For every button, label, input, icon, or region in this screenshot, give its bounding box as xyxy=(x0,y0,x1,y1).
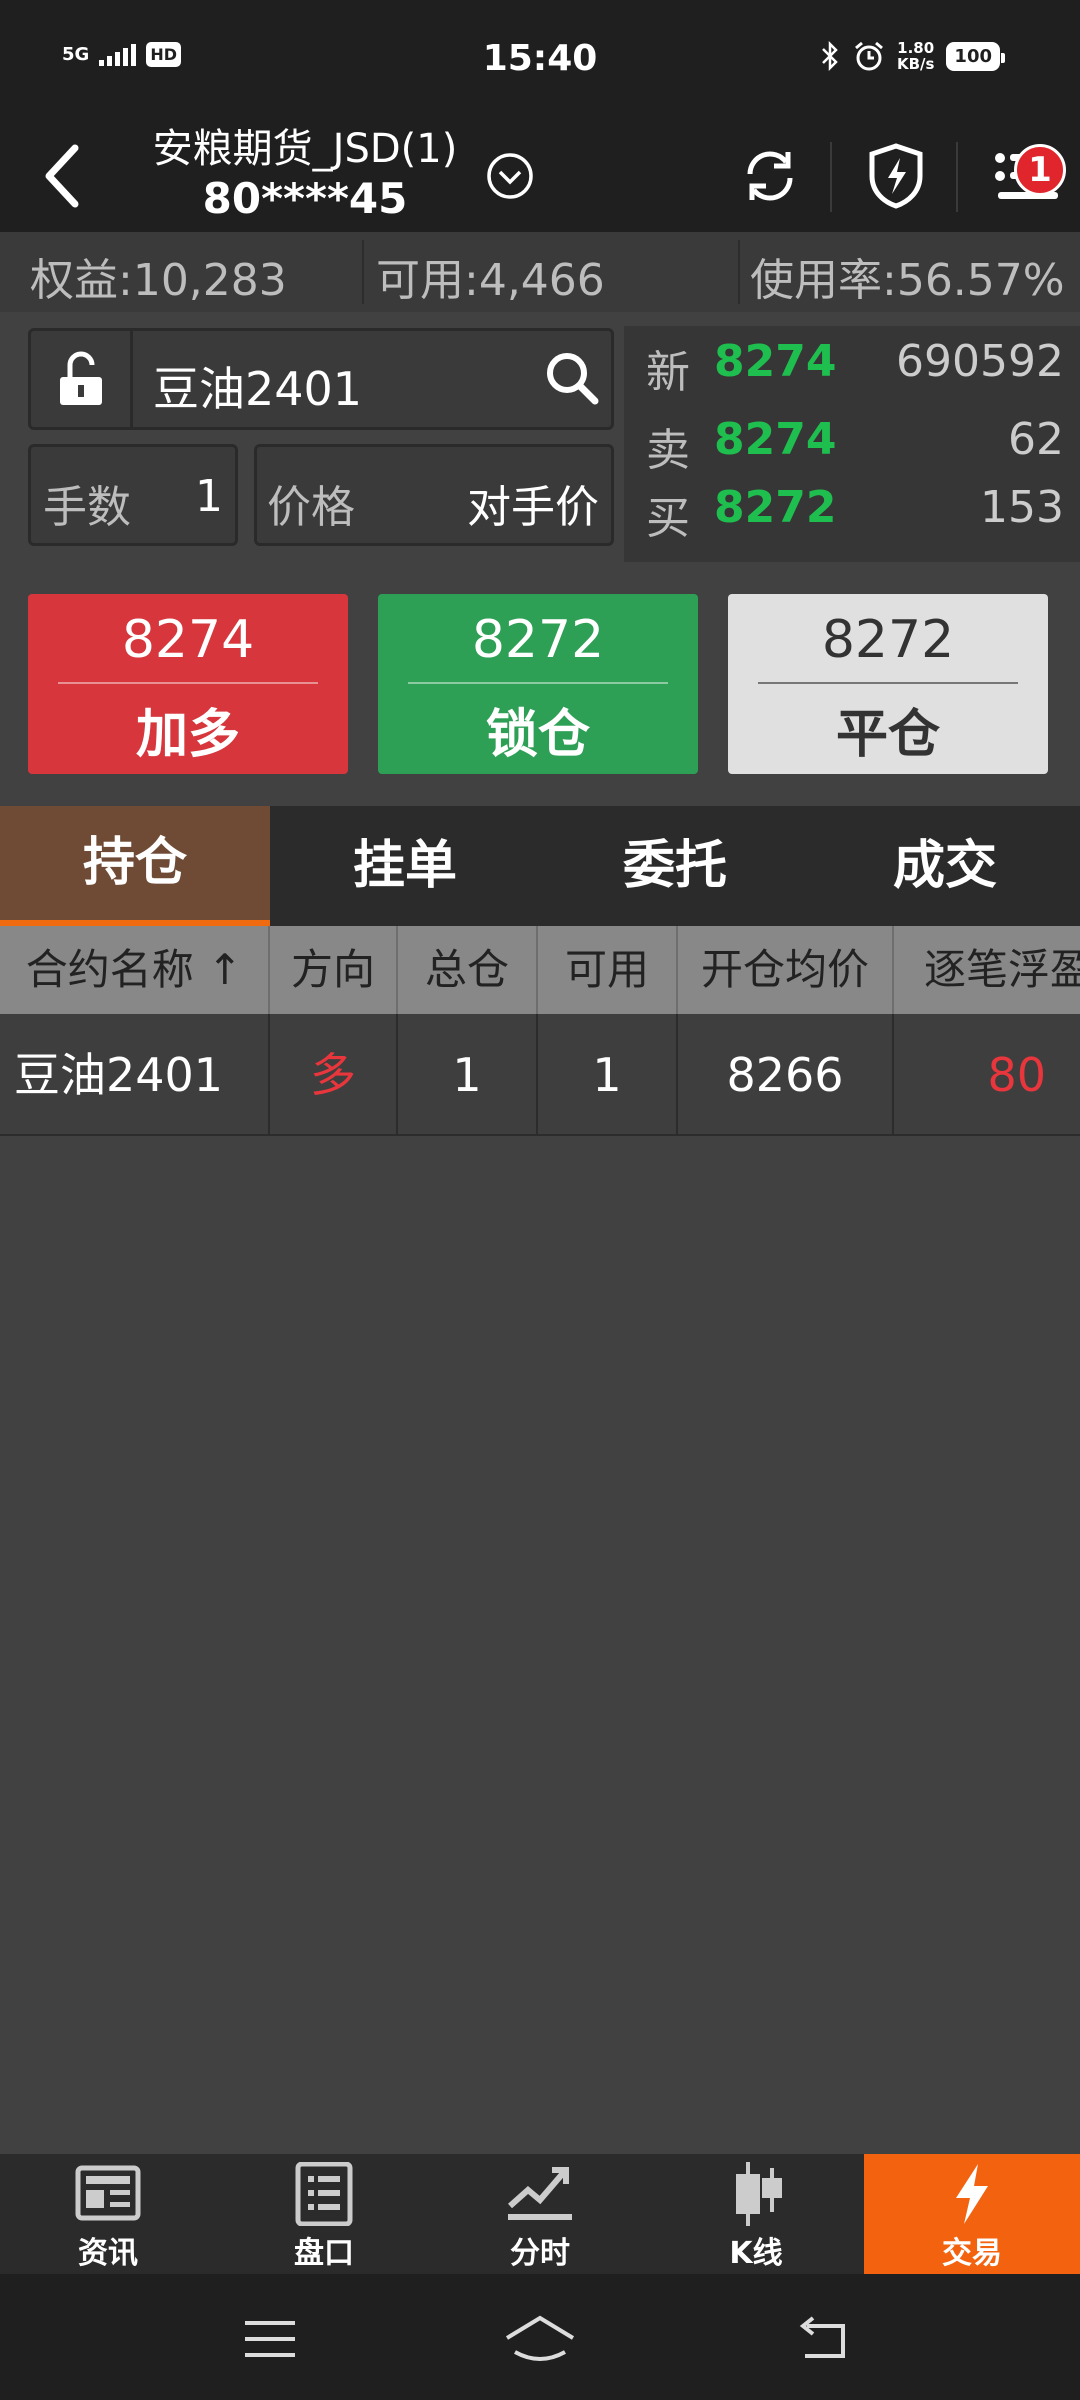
back-button[interactable] xyxy=(28,138,98,214)
table-row[interactable]: 豆油2401 多 1 1 8266 80 xyxy=(0,1014,1080,1136)
chevron-down-icon[interactable] xyxy=(484,150,536,202)
col-avg-open-price[interactable]: 开仓均价 xyxy=(678,926,894,1014)
price-value: 对手价 xyxy=(467,482,599,533)
lock-label: 锁仓 xyxy=(485,705,590,765)
refresh-icon xyxy=(747,151,793,201)
flash-trade-button[interactable] xyxy=(858,138,934,214)
bluetooth-icon xyxy=(822,41,838,71)
account-selector[interactable]: 安粮期货_JSD(1) 80****45 xyxy=(120,120,490,224)
refresh-button[interactable] xyxy=(732,138,808,214)
cell-direction: 多 xyxy=(270,1014,398,1134)
nav-intraday[interactable]: 分时 xyxy=(432,2154,648,2274)
tab-orders[interactable]: 委托 xyxy=(540,806,810,926)
nav-news-label: 资讯 xyxy=(78,2236,138,2271)
price-field[interactable]: 价格 对手价 xyxy=(254,444,614,546)
home-icon xyxy=(505,2315,575,2361)
nav-intraday-label: 分时 xyxy=(510,2236,570,2271)
cell-avg-price: 8266 xyxy=(678,1014,894,1134)
battery-icon: 100 xyxy=(946,41,1005,71)
col-contract-name[interactable]: 合约名称 ↑ xyxy=(0,926,270,1014)
equity-value: 权益:10,283 xyxy=(30,255,287,306)
account-number: 80****45 xyxy=(202,174,408,223)
quote-panel: 新 8274 690592 卖 8274 62 买 8272 153 xyxy=(624,326,1080,562)
position-tabs: 持仓 挂单 委托 成交 xyxy=(0,806,1080,926)
lightning-icon xyxy=(956,2164,988,2224)
tab-positions[interactable]: 持仓 xyxy=(0,806,270,926)
candlestick-icon xyxy=(736,2162,782,2226)
app-header: 安粮期货_JSD(1) 80****45 1 xyxy=(0,120,1080,232)
quantity-field[interactable]: 手数 1 xyxy=(28,444,238,546)
close-label: 平仓 xyxy=(835,705,940,765)
status-icons: 1.80 KB/s 100 xyxy=(819,39,1005,73)
col-floating-pnl[interactable]: 逐笔浮盈 xyxy=(894,926,1080,1014)
intraday-chart-icon xyxy=(508,2167,572,2220)
status-bar: 5G HD 15:40 1.80 KB/s 100 xyxy=(0,0,1080,120)
add-long-button[interactable]: 8274 加多 xyxy=(28,594,348,774)
cell-pnl: 80 xyxy=(987,1048,1046,1102)
nav-kline-label: K线 xyxy=(729,2236,783,2271)
recent-apps-button[interactable] xyxy=(230,2304,310,2374)
col-direction[interactable]: 方向 xyxy=(270,926,398,1014)
alarm-icon xyxy=(854,41,883,71)
orderbook-icon xyxy=(295,2162,353,2226)
price-label: 价格 xyxy=(267,482,355,533)
tab-pending-orders[interactable]: 挂单 xyxy=(270,806,540,926)
contract-selector[interactable]: 豆油2401 xyxy=(28,328,614,430)
nav-news[interactable]: 资讯 xyxy=(0,2154,216,2274)
lock-price: 8272 xyxy=(471,610,605,670)
notification-badge: 1 xyxy=(1014,144,1066,196)
buy-label: 加多 xyxy=(135,705,240,765)
contract-name: 豆油2401 xyxy=(153,362,363,416)
lock-toggle[interactable] xyxy=(31,331,133,427)
lock-position-button[interactable]: 8272 锁仓 xyxy=(378,594,698,774)
available-value: 可用:4,466 xyxy=(376,255,605,306)
account-name: 安粮期货_JSD(1) xyxy=(152,126,458,172)
bottom-nav: 资讯 盘口 分时 K线 交易 xyxy=(0,2154,1080,2274)
quote-row-bid: 买 8272 153 xyxy=(646,482,1064,544)
net-speed: 1.80 KB/s xyxy=(896,39,935,73)
col-total[interactable]: 总仓 xyxy=(398,926,538,1014)
shield-lightning-icon xyxy=(869,143,923,209)
nav-trade-label: 交易 xyxy=(942,2236,1002,2271)
close-price: 8272 xyxy=(821,610,955,670)
cell-total: 1 xyxy=(398,1014,538,1134)
quantity-label: 手数 xyxy=(43,482,131,533)
return-icon xyxy=(799,2316,845,2358)
quantity-value: 1 xyxy=(195,471,223,522)
nav-orderbook[interactable]: 盘口 xyxy=(216,2154,432,2274)
menu-button[interactable]: 1 xyxy=(982,138,1072,214)
usage-rate-value: 使用率:56.57% xyxy=(750,255,1065,306)
newspaper-icon xyxy=(75,2165,141,2221)
col-available[interactable]: 可用 xyxy=(538,926,678,1014)
quote-row-ask: 卖 8274 62 xyxy=(646,414,1064,476)
cell-available: 1 xyxy=(538,1014,678,1134)
nav-kline[interactable]: K线 xyxy=(648,2154,864,2274)
tab-trades[interactable]: 成交 xyxy=(810,806,1080,926)
account-summary: 权益:10,283 可用:4,466 使用率:56.57% xyxy=(0,232,1080,312)
search-icon[interactable] xyxy=(543,349,601,407)
back-system-button[interactable] xyxy=(782,2304,862,2374)
cell-contract: 豆油2401 xyxy=(0,1014,270,1134)
nav-trade[interactable]: 交易 xyxy=(864,2154,1080,2274)
nav-orderbook-label: 盘口 xyxy=(294,2236,354,2271)
system-nav-bar xyxy=(0,2274,1080,2400)
quote-row-last: 新 8274 690592 xyxy=(646,336,1064,398)
back-arrow-icon xyxy=(45,144,79,208)
buy-price: 8274 xyxy=(121,610,255,670)
home-button[interactable] xyxy=(500,2304,580,2374)
menu-icon xyxy=(245,2321,295,2357)
unlock-icon xyxy=(59,351,102,405)
close-position-button[interactable]: 8272 平仓 xyxy=(728,594,1048,774)
table-header: 合约名称 ↑ 方向 总仓 可用 开仓均价 逐笔浮盈 xyxy=(0,926,1080,1014)
order-panel: 豆油2401 手数 1 价格 对手价 新 8274 690592 卖 8274 62 买… xyxy=(0,312,1080,562)
